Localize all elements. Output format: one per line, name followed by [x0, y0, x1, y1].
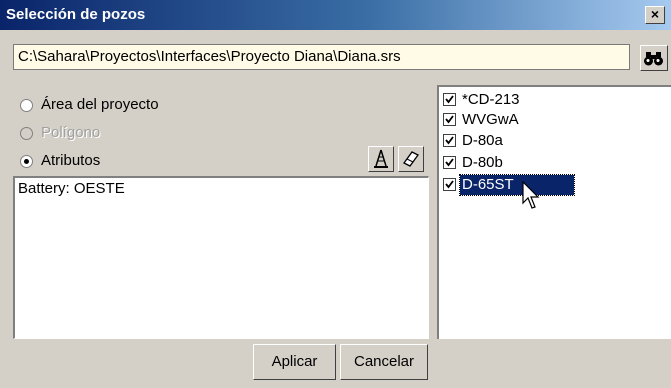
radio-label: Atributos: [41, 152, 101, 169]
mouse-pointer-icon: [522, 181, 540, 209]
oil-derrick-icon: [374, 149, 388, 168]
well-tool-button[interactable]: [368, 146, 394, 172]
checkmark-icon: [445, 136, 454, 145]
well-checkbox[interactable]: [443, 113, 456, 126]
well-checkbox[interactable]: [443, 134, 456, 147]
close-icon: ×: [650, 6, 660, 22]
eraser-button[interactable]: [398, 146, 424, 172]
checkmark-icon: [445, 180, 454, 189]
well-checkbox[interactable]: [443, 93, 456, 106]
checkmark-icon: [445, 95, 454, 104]
well-checkbox[interactable]: [443, 156, 456, 169]
close-button[interactable]: ×: [645, 6, 665, 24]
well-name: D-80a: [462, 132, 503, 149]
well-name: WVGwA: [462, 111, 519, 128]
eraser-icon: [403, 151, 419, 167]
well-checkbox[interactable]: [443, 178, 456, 191]
radio-button: [20, 127, 33, 140]
radio-label: Área del proyecto: [41, 96, 159, 113]
well-name: *CD-213: [462, 91, 520, 108]
radio-label: Polígono: [41, 124, 101, 141]
well-name: D-65ST: [459, 174, 575, 196]
cancel-button[interactable]: Cancelar: [340, 344, 428, 380]
browse-button[interactable]: [640, 45, 668, 71]
checkmark-icon: [445, 158, 454, 167]
radio-button[interactable]: [20, 99, 33, 112]
apply-button[interactable]: Aplicar: [253, 344, 336, 380]
binoculars-icon: [644, 52, 663, 66]
project-path-field[interactable]: C:\Sahara\Proyectos\Interfaces\Proyecto …: [13, 44, 630, 70]
window-title: Selección de pozos: [6, 6, 146, 23]
radio-button[interactable]: [20, 155, 33, 168]
attributes-query-field[interactable]: Battery: OESTE: [13, 176, 429, 339]
well-name: D-80b: [462, 154, 503, 171]
well-list[interactable]: *CD-213 WVGwA D-80a D-80b D-65ST: [437, 85, 671, 339]
title-bar: Selección de pozos ×: [0, 0, 671, 30]
checkmark-icon: [445, 115, 454, 124]
